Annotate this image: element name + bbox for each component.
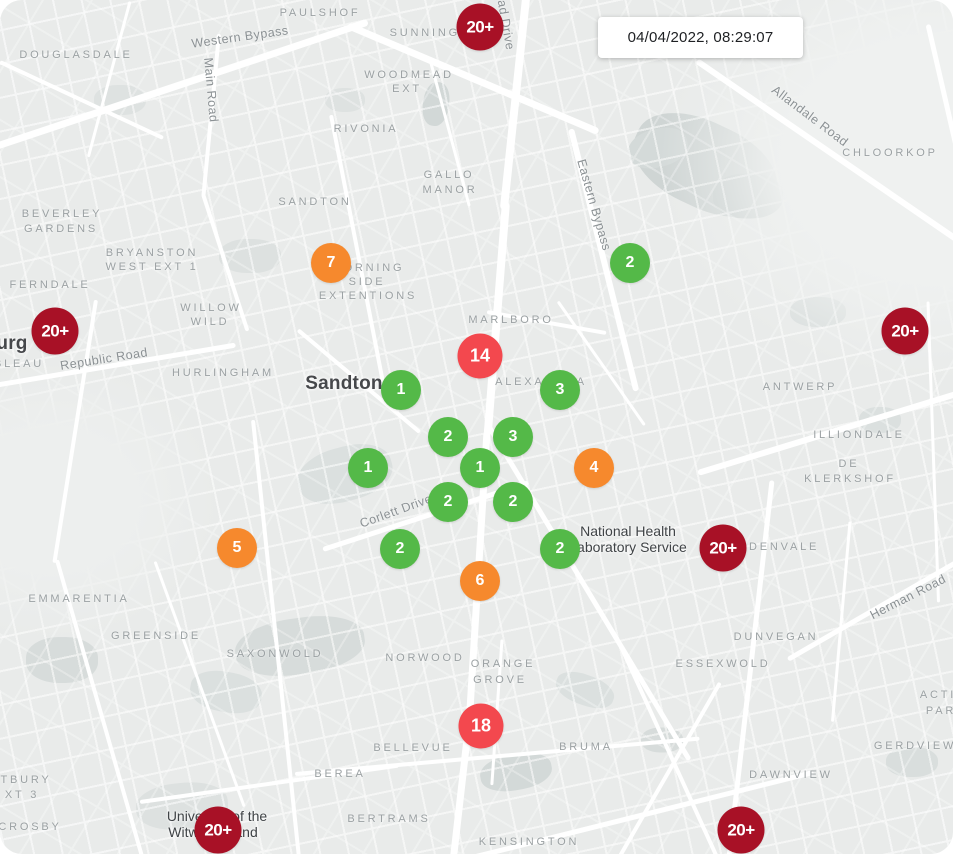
marker-count: 20+	[41, 321, 68, 341]
map-area-label: DOUGLASDALE	[19, 49, 132, 61]
cluster-marker[interactable]: 2	[428, 417, 468, 457]
cluster-marker[interactable]: 14	[458, 334, 503, 379]
marker-count: 20+	[891, 321, 918, 341]
cluster-marker[interactable]: 3	[540, 370, 580, 410]
marker-count: 1	[476, 459, 485, 477]
marker-count: 20+	[466, 17, 493, 37]
cluster-marker[interactable]: 20+	[195, 807, 242, 854]
cluster-marker[interactable]: 3	[493, 417, 533, 457]
marker-count: 2	[444, 428, 453, 446]
cluster-marker[interactable]: 6	[460, 561, 500, 601]
marker-count: 1	[364, 459, 373, 477]
map-area-label: EDENVALE	[739, 541, 819, 553]
marker-count: 4	[590, 459, 599, 477]
map-area-label: NORWOOD	[385, 652, 464, 664]
cluster-marker[interactable]: 4	[574, 448, 614, 488]
map-area-label: WILD	[191, 316, 230, 328]
map-area-label: SANDTON	[278, 196, 351, 208]
marker-count: 20+	[709, 538, 736, 558]
map-area-label: KENSINGTON	[479, 836, 580, 848]
map-area-label: GARDENS	[24, 223, 98, 235]
poi-name-label: Laboratory Service	[569, 539, 687, 555]
map-area-label: PAULSHOF	[280, 7, 361, 19]
map-area-label: KLERKSHOF	[804, 473, 896, 485]
map-area-label: GERDVIEW	[874, 740, 953, 752]
cluster-marker[interactable]: 2	[540, 529, 580, 569]
map-area-label: BRUMA	[559, 741, 613, 753]
cluster-marker[interactable]: 20+	[32, 308, 79, 355]
map-area-label: BEREA	[314, 768, 365, 780]
marker-count: 3	[556, 381, 565, 399]
map-area-label: WOODMEAD	[364, 69, 454, 81]
map-area-label: GALLO	[424, 169, 475, 181]
cluster-marker[interactable]: 5	[217, 528, 257, 568]
map-area-label: ORANGE	[471, 658, 535, 670]
map-area-label: EXTENTIONS	[319, 290, 417, 302]
map-area-label: BEVERLEY	[22, 208, 102, 220]
map-area-label: RIVONIA	[334, 123, 399, 135]
marker-count: 18	[471, 716, 491, 737]
cluster-marker[interactable]: 2	[380, 529, 420, 569]
marker-count: 2	[444, 493, 453, 511]
marker-count: 1	[397, 381, 406, 399]
map-area-label: DAWNVIEW	[749, 769, 833, 781]
marker-count: 2	[509, 493, 518, 511]
poi-name-label: National Health	[580, 523, 676, 539]
map-area-label: ESSEXWOLD	[676, 658, 771, 670]
cluster-marker[interactable]: 2	[493, 482, 533, 522]
timestamp-text: 04/04/2022, 08:29:07	[628, 29, 774, 46]
map-canvas[interactable]: Western BypassMain Roadad DriveAllandale…	[0, 0, 953, 854]
map-area-label: HURLINGHAM	[172, 367, 274, 379]
map-area-label: XT 3	[5, 789, 39, 801]
map-area-label: GROVE	[473, 674, 527, 686]
marker-count: 2	[626, 254, 635, 272]
map-area-label: SIDE	[349, 276, 386, 288]
map-area-label: BRYANSTON	[106, 247, 198, 259]
map-area-label: ACTI	[920, 689, 953, 701]
map-area-label: ANTWERP	[763, 381, 838, 393]
cluster-marker[interactable]: 20+	[700, 525, 747, 572]
marker-count: 2	[556, 540, 565, 558]
map-area-label: BERTRAMS	[347, 813, 430, 825]
city-name-label: Sandton	[305, 373, 382, 395]
map-area-label: CHLOORKOP	[842, 147, 938, 159]
map-area-label: WEST EXT 1	[105, 261, 198, 273]
marker-count: 2	[396, 540, 405, 558]
marker-count: 7	[327, 254, 336, 272]
marker-count: 14	[470, 346, 490, 367]
cluster-marker[interactable]: 7	[311, 243, 351, 283]
marker-count: 5	[233, 539, 242, 557]
map-area-label: BELLEVUE	[373, 742, 452, 754]
map-area-label: SAXONWOLD	[227, 648, 324, 660]
map-area-label: EMMARENTIA	[28, 593, 129, 605]
cluster-marker[interactable]: 2	[428, 482, 468, 522]
map-area-label: PAR	[926, 705, 953, 717]
map-area-label: DE	[839, 458, 860, 470]
map-area-label: MANOR	[423, 184, 478, 196]
marker-count: 20+	[204, 820, 231, 840]
cluster-marker[interactable]: 1	[381, 370, 421, 410]
marker-count: 20+	[727, 820, 754, 840]
cluster-marker[interactable]: 1	[348, 448, 388, 488]
map-area-label: WILLOW	[180, 302, 241, 314]
map-area-label: GREENSIDE	[111, 630, 201, 642]
marker-count: 6	[476, 572, 485, 590]
map-area-label: ILLIONDALE	[813, 429, 905, 441]
cluster-marker[interactable]: 20+	[882, 308, 929, 355]
cluster-marker[interactable]: 20+	[718, 807, 765, 854]
cluster-marker[interactable]: 2	[610, 243, 650, 283]
map-area-label: BLEAU	[0, 358, 44, 370]
marker-count: 3	[509, 428, 518, 446]
cluster-marker[interactable]: 18	[459, 704, 504, 749]
map-area-label: CROSBY	[0, 821, 62, 833]
timestamp-box: 04/04/2022, 08:29:07	[598, 17, 803, 58]
cluster-marker[interactable]: 20+	[457, 4, 504, 51]
map-area-label: TBURY	[0, 774, 51, 786]
map-area-label: EXT	[392, 83, 422, 95]
map-area-label: DUNVEGAN	[734, 631, 819, 643]
city-name-label: urg	[0, 333, 28, 355]
map-area-label: MARLBORO	[468, 314, 553, 326]
cluster-marker[interactable]: 1	[460, 448, 500, 488]
map-area-label: FERNDALE	[9, 279, 90, 291]
